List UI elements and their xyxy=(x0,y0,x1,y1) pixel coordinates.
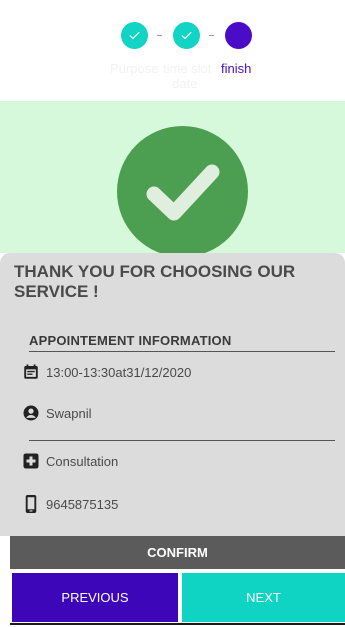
step-3-indicator xyxy=(225,22,252,49)
step-3-label: finish xyxy=(221,61,252,76)
patient-name: Swapnil xyxy=(46,405,92,421)
step-2-label: time slot xyxy=(163,61,212,76)
step-2-indicator xyxy=(173,22,200,49)
stepper: Purpose time slot finish date xyxy=(0,0,345,101)
confirm-button[interactable]: CONFIRM xyxy=(10,536,345,569)
account-circle-icon xyxy=(22,404,40,422)
step-1-label: Purpose xyxy=(110,61,159,76)
step-2-label-continued: date xyxy=(172,76,198,91)
appointment-time: 13:00-13:30at31/12/2020 xyxy=(46,364,192,380)
success-banner xyxy=(0,101,345,257)
medical-plus-icon xyxy=(22,452,40,470)
confirmation-card: THANK YOU FOR CHOOSING OUR SERVICE ! APP… xyxy=(0,253,345,536)
step-connector xyxy=(157,35,162,36)
smartphone-icon xyxy=(22,495,40,513)
check-icon xyxy=(181,31,192,40)
step-1-indicator xyxy=(121,22,148,49)
divider xyxy=(29,440,335,441)
phone-number: 9645875135 xyxy=(46,496,119,512)
previous-button[interactable]: PREVIOUS xyxy=(12,573,178,622)
section-title: APPOINTEMENT INFORMATION xyxy=(29,333,232,348)
calendar-icon xyxy=(22,363,40,381)
service-row: Consultation xyxy=(22,451,118,471)
phone-row: 9645875135 xyxy=(22,494,118,514)
appointment-time-row: 13:00-13:30at31/12/2020 xyxy=(22,362,191,382)
service-name: Consultation xyxy=(46,453,119,469)
step-connector xyxy=(209,35,214,36)
success-check-icon xyxy=(117,126,248,257)
patient-name-row: Swapnil xyxy=(22,403,92,423)
appointment-finish-screen: Purpose time slot finish date THANK YOU … xyxy=(0,0,345,627)
next-button[interactable]: NEXT xyxy=(182,573,345,622)
thank-you-title: THANK YOU FOR CHOOSING OUR SERVICE ! xyxy=(14,262,296,301)
divider xyxy=(29,351,335,352)
bottom-divider xyxy=(10,623,345,625)
check-icon xyxy=(129,31,140,40)
